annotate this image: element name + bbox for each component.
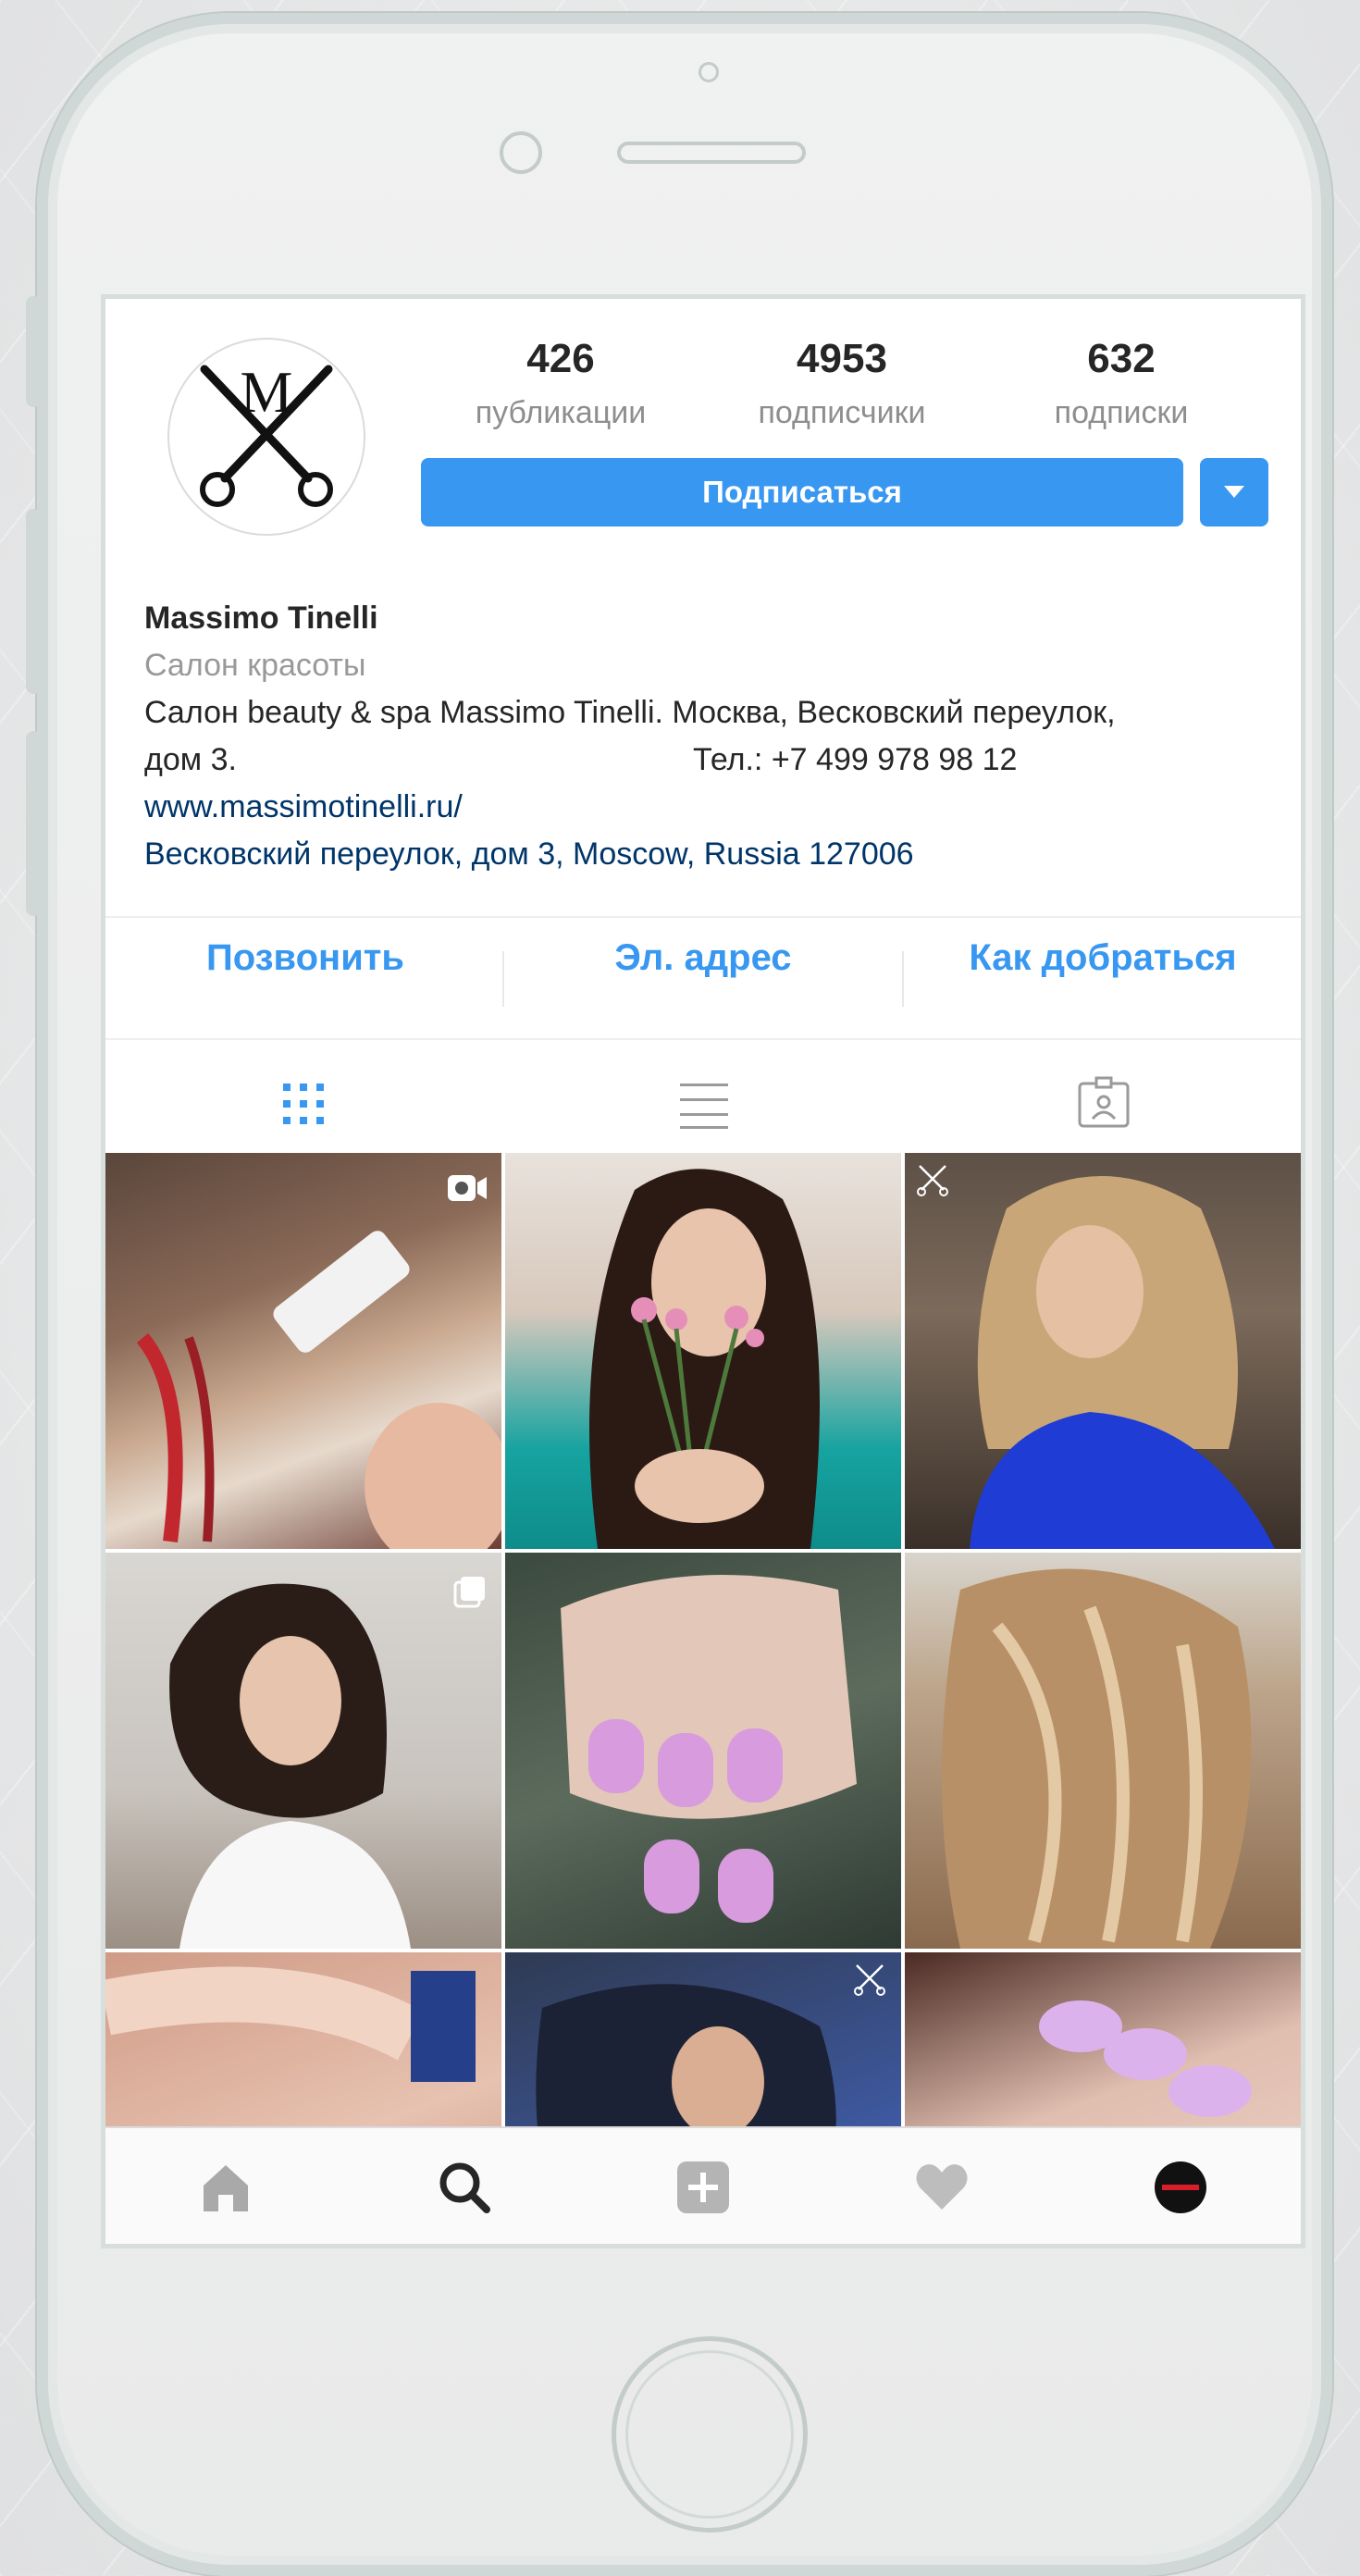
follow-button[interactable]: Подписаться: [421, 458, 1183, 526]
woman-curly-hair-photo: [169, 1583, 411, 1949]
call-button[interactable]: Позвонить: [105, 937, 505, 979]
website-link[interactable]: www.massimotinelli.ru/: [144, 784, 1282, 831]
search-icon[interactable]: [435, 2158, 494, 2217]
tab-tagged[interactable]: [1076, 1076, 1131, 1132]
svg-text:M: M: [241, 359, 293, 425]
stat-following-label: подписки: [1054, 395, 1189, 430]
video-icon: [448, 1175, 487, 1201]
bio-phone: Тел.: +7 499 978 98 12: [693, 742, 1018, 777]
phone-front-camera: [500, 131, 542, 174]
stat-following-value: 632: [1087, 336, 1156, 381]
add-post-icon[interactable]: [674, 2158, 733, 2217]
phone-home-button[interactable]: [612, 2336, 808, 2533]
address-link[interactable]: Весковский переулок, дом 3, Moscow, Russ…: [144, 831, 1282, 878]
profile-bio: Massimo Tinelli Салон красоты Салон beau…: [144, 595, 1282, 878]
carousel-icon: [453, 1577, 485, 1608]
pink-ombre-nails-photo: [561, 1575, 857, 1923]
woman-with-roses-photo: [589, 1169, 820, 1549]
phone-earpiece: [617, 142, 806, 164]
suggestions-dropdown-button[interactable]: [1200, 458, 1268, 526]
profile-avatar[interactable]: M: [167, 338, 365, 536]
directions-button[interactable]: Как добраться: [903, 937, 1301, 979]
woman-blue-sweater-photo: [970, 1176, 1275, 1549]
scissors-logo-icon: M: [200, 359, 333, 507]
instagram-profile-screen: M 426 публикации 4953 подписчики 632 под…: [101, 294, 1305, 2248]
grid-icon: [283, 1084, 324, 1124]
list-icon: [680, 1084, 728, 1129]
phone-mute-switch: [26, 296, 41, 407]
post-thumbnail[interactable]: [905, 1553, 1301, 1949]
stat-posts[interactable]: 426 публикации: [459, 336, 662, 431]
stat-followers[interactable]: 4953 подписчики: [740, 336, 944, 431]
phone-volume-down: [26, 731, 41, 916]
tagged-icon: [1078, 1076, 1130, 1128]
profile-avatar-icon[interactable]: [1151, 2158, 1210, 2217]
stat-followers-value: 4953: [797, 336, 887, 381]
profile-name: Massimo Tinelli: [144, 601, 378, 636]
phone-volume-up: [26, 509, 41, 694]
post-thumbnail[interactable]: [505, 1153, 901, 1549]
bio-text-line1: Салон beauty & spa Massimo Tinelli. Моск…: [144, 695, 1116, 730]
logo-watermark-icon: [854, 1964, 885, 1996]
post-thumbnail[interactable]: [105, 1553, 501, 1949]
divider: [105, 1038, 1301, 1040]
tab-grid[interactable]: [276, 1076, 331, 1132]
divider: [105, 916, 1301, 918]
phone-sensor: [699, 62, 719, 82]
stat-posts-value: 426: [526, 336, 595, 381]
stat-followers-label: подписчики: [758, 395, 926, 430]
post-thumbnail[interactable]: [105, 1153, 501, 1549]
bottom-navigation: [105, 2126, 1301, 2244]
home-icon[interactable]: [196, 2158, 255, 2217]
heart-icon[interactable]: [912, 2158, 971, 2217]
stat-posts-label: публикации: [475, 395, 647, 430]
profile-category: Салон красоты: [144, 648, 366, 683]
stat-following[interactable]: 632 подписки: [1020, 336, 1223, 431]
hair-coloring-photo: [136, 1231, 501, 1549]
chevron-down-icon: [1224, 486, 1244, 498]
logo-watermark-icon: [917, 1165, 948, 1196]
tab-list[interactable]: [676, 1076, 732, 1132]
balayage-hair-photo: [942, 1568, 1252, 1949]
post-thumbnail[interactable]: [905, 1153, 1301, 1549]
email-button[interactable]: Эл. адрес: [503, 937, 903, 979]
post-thumbnail[interactable]: [505, 1553, 901, 1949]
